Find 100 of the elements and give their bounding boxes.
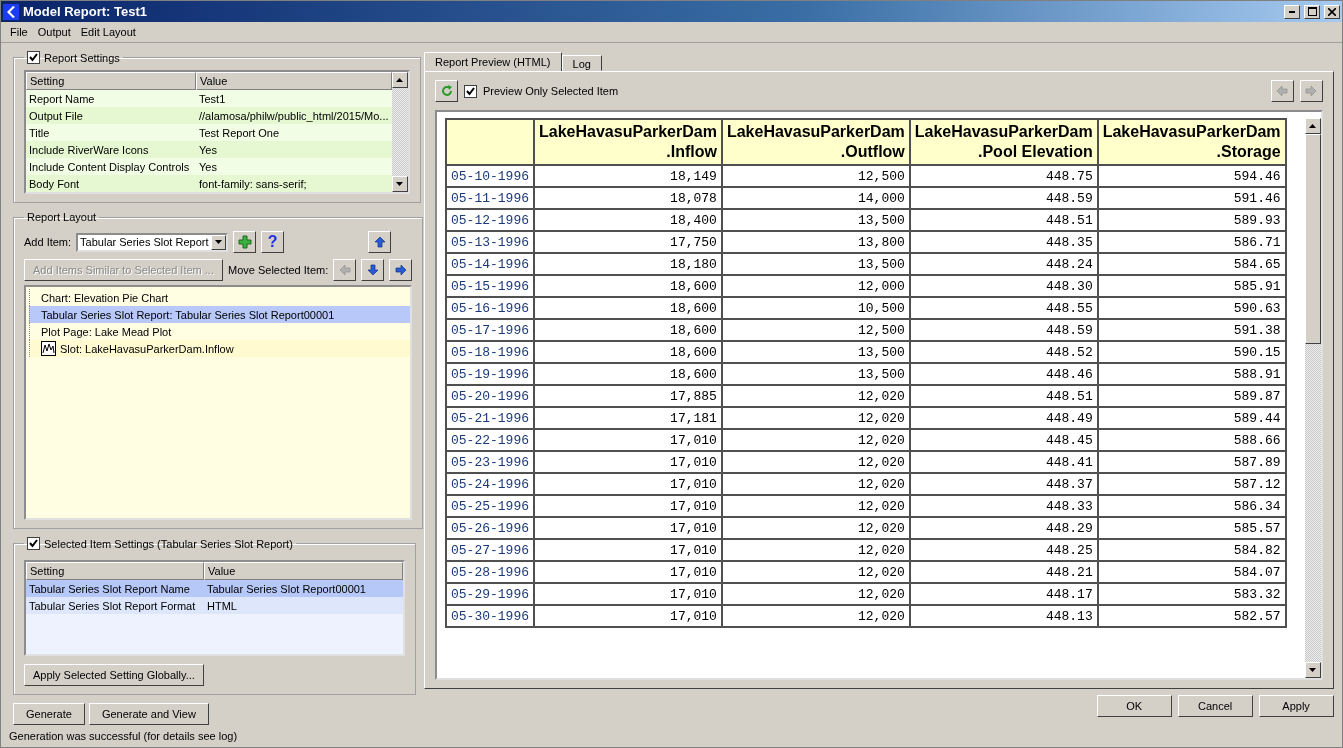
table-cell: 05-24-1996: [446, 473, 534, 495]
table-cell: 584.07: [1097, 561, 1286, 583]
table-cell: 18,180: [534, 253, 722, 275]
table-cell-text: Include Content Display Controls: [28, 160, 191, 173]
table-cell: 17,010: [534, 429, 722, 451]
table-cell: 448.51: [909, 209, 1098, 231]
table-cell: 05-12-1996: [446, 209, 534, 231]
tree-item[interactable]: Slot: LakeHavasuParkerDam.Inflow: [29, 340, 411, 357]
table-cell: 17,750: [534, 231, 722, 253]
table-cell: 588.66: [1097, 429, 1286, 451]
generate-button[interactable]: Generate: [13, 703, 85, 725]
table-cell: 448.21: [909, 561, 1098, 583]
table-cell: 448.45: [909, 429, 1098, 451]
table-cell: 13,500: [721, 253, 910, 275]
table-cell: 17,010: [534, 539, 722, 561]
item-type-dropdown[interactable]: Tabular Series Slot Report: [76, 232, 229, 252]
table-cell-text: Test Report One: [198, 126, 281, 139]
table-cell: 05-30-1996: [446, 605, 534, 627]
table-cell: 448.33: [909, 495, 1098, 517]
table-cell: 17,885: [534, 385, 722, 407]
table-cell: 591.38: [1097, 319, 1286, 341]
column-header: LakeHavasuParkerDam .Inflow: [534, 119, 722, 165]
table-cell-text: //alamosa/philw/public_html/2015/Mo...: [198, 109, 390, 122]
table-cell-text: Yes: [198, 160, 218, 173]
table-cell: 448.30: [909, 275, 1098, 297]
table-cell: 05-21-1996: [446, 407, 534, 429]
table-cell: 448.37: [909, 473, 1098, 495]
tab[interactable]: Log: [561, 55, 602, 71]
field-label: Move Selected Item:: [227, 264, 329, 276]
table-cell: 05-14-1996: [446, 253, 534, 275]
dialog-button[interactable]: Cancel: [1177, 695, 1253, 717]
table-cell: 05-15-1996: [446, 275, 534, 297]
table-cell: 590.63: [1097, 297, 1286, 319]
table-cell: 587.89: [1097, 451, 1286, 473]
help-button[interactable]: ?: [261, 231, 285, 253]
table-cell: 13,500: [721, 363, 910, 385]
table-cell: 18,149: [534, 165, 722, 187]
table-cell: 05-20-1996: [446, 385, 534, 407]
table-cell: 12,500: [721, 319, 910, 341]
table-cell: 589.93: [1097, 209, 1286, 231]
field-label: Add Item:: [24, 236, 72, 248]
table-cell: 05-23-1996: [446, 451, 534, 473]
checkbox-label: Preview Only Selected Item: [483, 85, 619, 97]
table-cell: 585.91: [1097, 275, 1286, 297]
table-row[interactable]: Tabular Series Slot Report Name Tabular Series Slot Report00001: [26, 580, 403, 597]
window-title: Model Report: Test1: [23, 4, 148, 19]
table-cell-text: HTML: [206, 599, 238, 612]
column-header: Setting: [26, 562, 204, 580]
table-cell: 591.46: [1097, 187, 1286, 209]
table-cell: 584.65: [1097, 253, 1286, 275]
table-cell-text: font-family: sans-serif;: [198, 177, 308, 190]
table-cell: 586.71: [1097, 231, 1286, 253]
table-cell: 588.91: [1097, 363, 1286, 385]
tab[interactable]: Report Preview (HTML): [424, 52, 562, 71]
status-text: Generation was successful (for details see log): [8, 729, 239, 744]
table-cell: 05-13-1996: [446, 231, 534, 253]
table-cell: 05-22-1996: [446, 429, 534, 451]
table-cell: 12,020: [721, 583, 910, 605]
table-cell: 18,078: [534, 187, 722, 209]
table-cell: 05-27-1996: [446, 539, 534, 561]
table-row[interactable]: Tabular Series Slot Report Format HTML: [26, 597, 403, 614]
apply-globally-button[interactable]: Apply Selected Setting Globally...: [24, 664, 204, 686]
table-cell: 448.52: [909, 341, 1098, 363]
table-cell: 12,020: [721, 385, 910, 407]
dialog-button[interactable]: Apply: [1258, 695, 1334, 717]
column-header: LakeHavasuParkerDam .Storage: [1097, 119, 1286, 165]
dialog-button[interactable]: OK: [1096, 695, 1172, 717]
table-cell: 05-10-1996: [446, 165, 534, 187]
table-cell: 18,600: [534, 319, 722, 341]
table-cell: 448.46: [909, 363, 1098, 385]
tree-item[interactable]: Tabular Series Slot Report: Tabular Series Slot Report00001: [29, 306, 411, 323]
table-cell-text: Body Font: [28, 177, 81, 190]
table-cell: 583.32: [1097, 583, 1286, 605]
table-cell: 12,020: [721, 407, 910, 429]
table-cell: 17,010: [534, 561, 722, 583]
column-header: Value: [196, 72, 392, 90]
table-cell: 18,400: [534, 209, 722, 231]
table-cell: 589.87: [1097, 385, 1286, 407]
table-cell: 05-28-1996: [446, 561, 534, 583]
table-cell: 448.24: [909, 253, 1098, 275]
menu-item[interactable]: Edit Layout: [75, 26, 141, 38]
table-cell: 448.25: [909, 539, 1098, 561]
table-cell: 13,500: [721, 209, 910, 231]
table-cell: 14,000: [721, 187, 910, 209]
column-header: Setting: [26, 72, 196, 90]
table-cell: 448.59: [909, 187, 1098, 209]
table-cell: 17,010: [534, 473, 722, 495]
table-cell-text: Title: [28, 126, 51, 139]
table-cell: 13,500: [721, 341, 910, 363]
table-cell: 590.15: [1097, 341, 1286, 363]
table-cell: 05-18-1996: [446, 341, 534, 363]
table-cell: 12,020: [721, 561, 910, 583]
table-cell: 12,000: [721, 275, 910, 297]
table-cell: 448.59: [909, 319, 1098, 341]
table-cell: 585.57: [1097, 517, 1286, 539]
table-cell: 05-26-1996: [446, 517, 534, 539]
menu-item[interactable]: Output: [32, 26, 76, 38]
generate-button[interactable]: Generate and View: [88, 703, 209, 725]
menu-item[interactable]: File: [5, 26, 33, 38]
table-cell: 10,500: [721, 297, 910, 319]
